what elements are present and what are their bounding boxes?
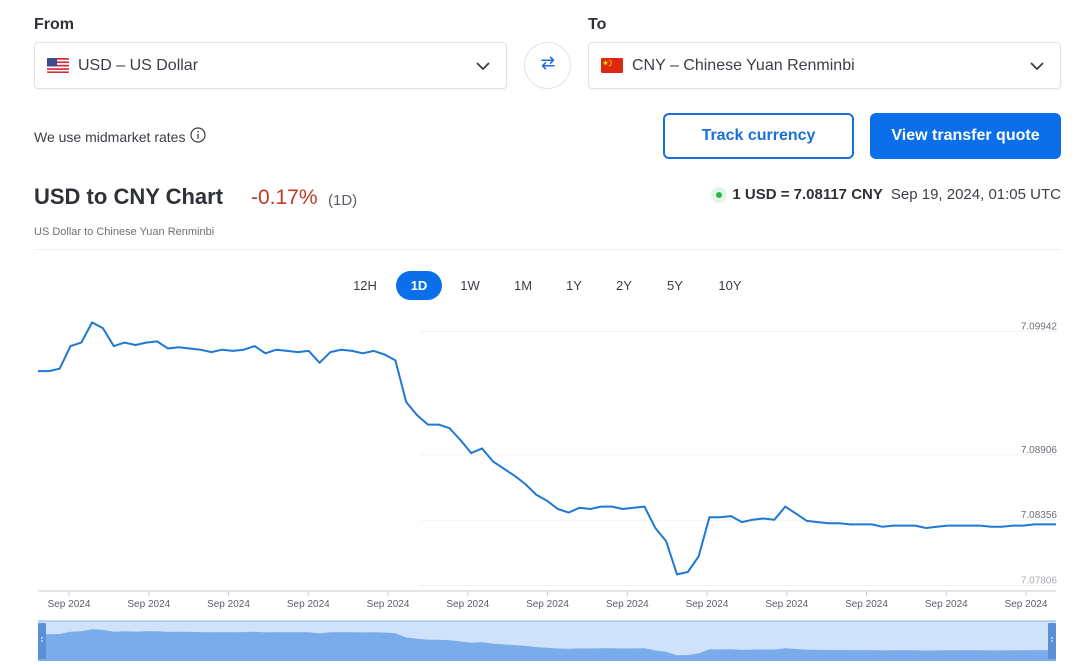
change-percent: -0.17% <box>251 186 318 209</box>
rate-value: 1 USD = 7.08117 CNY <box>732 186 883 203</box>
x-tick-label: Sep 2024 <box>765 599 808 610</box>
swap-currencies-button[interactable] <box>524 42 571 89</box>
chart-title: USD to CNY Chart <box>34 184 224 209</box>
live-rate: 1 USD = 7.08117 CNY Sep 19, 2024, 01:05 … <box>711 186 1061 203</box>
us-flag-icon <box>47 58 69 73</box>
rate-line <box>38 321 1056 576</box>
info-icon[interactable] <box>190 127 207 146</box>
from-label: From <box>34 16 74 33</box>
tab-1y[interactable]: 1Y <box>552 271 596 300</box>
x-tick-label: Sep 2024 <box>606 599 649 610</box>
x-tick-label: Sep 2024 <box>48 599 91 610</box>
tab-5y[interactable]: 5Y <box>653 271 697 300</box>
to-label: To <box>588 16 607 33</box>
x-tick-label: Sep 2024 <box>526 599 569 610</box>
y-tick-label: 7.07806 <box>1021 576 1058 587</box>
x-tick-label: Sep 2024 <box>446 599 489 610</box>
x-tick-label: Sep 2024 <box>925 599 968 610</box>
x-tick-label: Sep 2024 <box>367 599 410 610</box>
view-transfer-quote-button[interactable]: View transfer quote <box>870 113 1061 159</box>
x-tick-label: Sep 2024 <box>1005 599 1048 610</box>
tab-2y[interactable]: 2Y <box>602 271 646 300</box>
chevron-down-icon <box>1028 57 1046 75</box>
from-currency-select[interactable]: USD – US Dollar <box>34 42 507 89</box>
tab-1m[interactable]: 1M <box>501 271 545 300</box>
midmarket-text: We use midmarket rates <box>34 128 186 145</box>
divider <box>34 249 1061 250</box>
x-tick-label: Sep 2024 <box>686 599 729 610</box>
swap-arrows-icon <box>539 54 557 77</box>
live-indicator-icon <box>711 186 728 203</box>
y-tick-label: 7.08356 <box>1021 510 1058 521</box>
y-tick-label: 7.08906 <box>1021 445 1058 456</box>
track-currency-button[interactable]: Track currency <box>663 113 854 159</box>
exchange-rate-chart[interactable]: 7.09942 7.08906 7.08356 7.07806 Sep 2024 Sep… <box>0 310 1080 665</box>
tab-10y[interactable]: 10Y <box>707 271 753 300</box>
x-tick-label: Sep 2024 <box>207 599 250 610</box>
x-tick-label: Sep 2024 <box>287 599 330 610</box>
tab-12h[interactable]: 12H <box>343 271 387 300</box>
chart-subtitle: US Dollar to Chinese Yuan Renminbi <box>34 226 215 238</box>
y-tick-label: 7.09942 <box>1021 322 1058 333</box>
to-currency-select[interactable]: CNY – Chinese Yuan Renminbi <box>588 42 1061 89</box>
change-period: (1D) <box>328 192 358 209</box>
chevron-down-icon <box>474 57 492 75</box>
tab-1w[interactable]: 1W <box>448 271 492 300</box>
china-flag-icon <box>601 58 623 73</box>
midmarket-note: We use midmarket rates <box>34 127 207 146</box>
range-navigator[interactable] <box>38 620 1056 661</box>
rate-timestamp: Sep 19, 2024, 01:05 UTC <box>890 186 1061 203</box>
x-tick-label: Sep 2024 <box>127 599 170 610</box>
from-currency-value: USD – US Dollar <box>78 56 199 74</box>
x-tick-label: Sep 2024 <box>845 599 888 610</box>
to-currency-value: CNY – Chinese Yuan Renminbi <box>632 56 855 74</box>
tab-1d[interactable]: 1D <box>396 271 442 300</box>
